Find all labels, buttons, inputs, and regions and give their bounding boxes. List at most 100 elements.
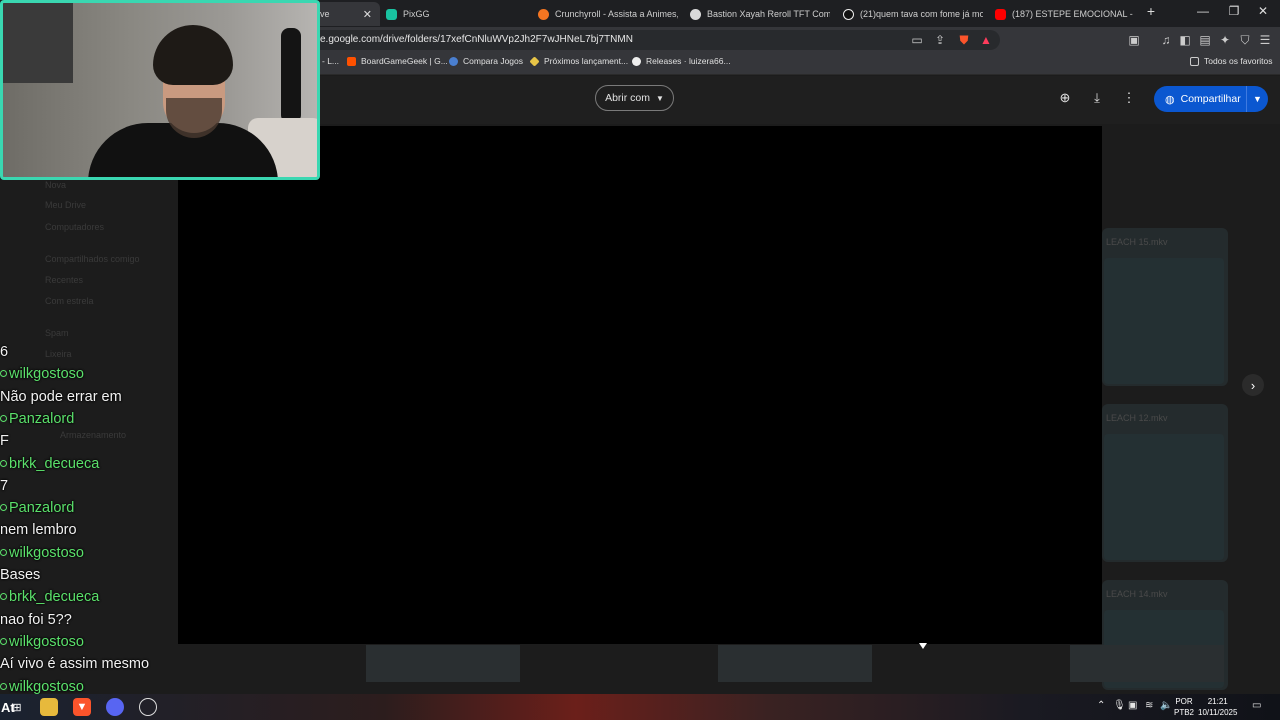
ghost-sidebar-item: Nova xyxy=(45,180,67,190)
message-text: Não pode errar em xyxy=(0,388,122,405)
message-text: 7 xyxy=(0,477,9,494)
tab-label: PixGG xyxy=(403,9,430,19)
webcam-coat-rack xyxy=(281,28,301,123)
ghost-file-name: LEACH 12.mkv xyxy=(1106,413,1168,423)
chat-badge-icon xyxy=(0,504,7,512)
message-text: nem lembro xyxy=(0,522,77,539)
video-player[interactable] xyxy=(178,126,1102,644)
folder-icon xyxy=(1190,56,1199,66)
username-text: Panzalord xyxy=(9,410,75,427)
chat-username: wilkgostoso xyxy=(0,366,84,382)
chat-username: brkk_decueca xyxy=(0,589,99,605)
notification-icon[interactable]: ▭ xyxy=(1252,700,1261,711)
username-text: wilkgostoso xyxy=(9,544,84,561)
open-with-label: Abrir com xyxy=(605,92,650,104)
chat-message: nao foi 5?? xyxy=(0,612,72,628)
open-with-button[interactable]: Abrir com ▼ xyxy=(595,85,674,111)
brave-rewards-icon[interactable]: ▲ xyxy=(977,33,995,47)
bookmark-proximos-lancamentos[interactable]: Próximos lançament... xyxy=(529,55,628,67)
keyboard-layout: PTB2 xyxy=(1174,708,1195,717)
windows-taskbar xyxy=(0,694,1280,720)
message-text: nao foi 5?? xyxy=(0,611,72,628)
vpn-icon[interactable]: ⛉ xyxy=(1236,33,1254,48)
next-file-button[interactable]: › xyxy=(1242,374,1264,396)
tab-label: Bastion Xayah Reroll TFT Comp G xyxy=(707,9,830,19)
microphone-icon[interactable]: 🎙 xyxy=(1113,700,1126,711)
brave-shield-icon[interactable]: ⛊ xyxy=(955,33,973,48)
chat-username: wilkgostoso xyxy=(0,634,84,650)
share-dropdown-icon[interactable]: ▼ xyxy=(1246,86,1268,112)
ghost-sidebar-item: Armazenamento xyxy=(60,430,127,440)
github-icon xyxy=(632,56,641,66)
system-clock[interactable]: 21:21 10/11/2025 xyxy=(1198,696,1237,718)
message-text: 6 xyxy=(0,344,9,360)
pixgg-icon xyxy=(386,8,397,20)
volume-icon[interactable]: 🔈 xyxy=(1160,700,1172,711)
username-text: wilkgostoso xyxy=(9,633,84,650)
clock-date: 10/11/2025 xyxy=(1198,708,1238,717)
tray-expand-icon[interactable]: ⌃ xyxy=(1097,700,1105,711)
cast-icon[interactable]: ▭ xyxy=(908,33,926,47)
wifi-icon[interactable]: ≋ xyxy=(1145,700,1153,711)
new-tab-button[interactable]: + xyxy=(1140,3,1162,19)
chat-message: F xyxy=(0,433,9,449)
all-bookmarks[interactable]: Todos os favoritos xyxy=(1190,56,1273,66)
tab-label: ve xyxy=(320,9,330,19)
wallet-icon[interactable]: ▤ xyxy=(1196,33,1214,47)
chat-badge-icon xyxy=(0,593,7,601)
tab-label: (187) ESTEPE EMOCIONAL - Harr xyxy=(1012,9,1135,19)
tab-tiktok[interactable]: (21)quem tava com fome já morr xyxy=(843,2,983,26)
menu-icon[interactable]: ☰ xyxy=(1256,33,1274,47)
bookmark-boardgamegeek[interactable]: BoardGameGeek | G... xyxy=(347,56,448,66)
language-code: POR xyxy=(1175,697,1193,706)
download-icon[interactable]: ⤓ xyxy=(1088,90,1106,106)
bookmark-label: - L... xyxy=(322,56,340,66)
add-shortcut-icon[interactable]: ⊕ xyxy=(1056,90,1074,106)
mouse-cursor-icon xyxy=(919,643,927,649)
discord-icon[interactable] xyxy=(106,698,124,716)
restore-icon[interactable]: ❐ xyxy=(1223,4,1245,18)
chat-message: Não pode errar em xyxy=(0,389,122,405)
compara-jogos-icon xyxy=(449,56,458,66)
ghost-file-name: LEACH 15.mkv xyxy=(1106,237,1168,247)
tray-app-icon[interactable]: ▣ xyxy=(1128,700,1137,711)
start-icon[interactable]: ⊞ xyxy=(8,698,26,716)
bookmark-item[interactable]: - L... xyxy=(322,56,339,66)
webcam-overlay xyxy=(0,0,320,180)
file-explorer-icon[interactable] xyxy=(40,698,58,716)
ghost-sidebar-item: Spam xyxy=(45,328,69,338)
close-icon[interactable]: ✕ xyxy=(363,8,372,21)
ghost-sidebar-item: Recentes xyxy=(45,275,84,285)
share-page-icon[interactable]: ⇪ xyxy=(931,33,949,47)
bookmark-releases[interactable]: Releases · luizera66... xyxy=(632,56,731,66)
tab-crunchyroll[interactable]: Crunchyroll - Assista a Animes, Jo xyxy=(538,2,678,26)
share-button[interactable]: ◍ Compartilhar ▼ xyxy=(1154,86,1268,112)
username-text: brkk_decueca xyxy=(9,589,100,606)
url-text[interactable]: e.google.com/drive/folders/17xefCnNluWVp… xyxy=(320,34,633,45)
obs-icon[interactable] xyxy=(139,698,157,716)
brave-browser-icon[interactable]: ▼ xyxy=(73,698,91,716)
tab-bastion-xayah[interactable]: Bastion Xayah Reroll TFT Comp G xyxy=(690,2,830,26)
chat-username: brkk_decueca xyxy=(0,456,99,472)
ghost-thumbnail xyxy=(718,645,872,682)
dropdown-arrow-icon: ▼ xyxy=(656,93,664,103)
chat-username: wilkgostoso xyxy=(0,545,84,561)
tab-label: (21)quem tava com fome já morr xyxy=(860,9,983,19)
username-text: brkk_decueca xyxy=(9,455,100,472)
tab-pixgg[interactable]: PixGG xyxy=(386,2,526,26)
leo-ai-icon[interactable]: ✦ xyxy=(1216,33,1234,47)
minimize-icon[interactable]: — xyxy=(1192,4,1214,18)
more-options-icon[interactable]: ⋮ xyxy=(1120,90,1138,106)
ghost-file-name: LEACH 14.mkv xyxy=(1106,589,1168,599)
language-indicator[interactable]: POR PTB2 xyxy=(1174,696,1194,718)
tab-search-icon[interactable]: ▣ xyxy=(1125,33,1143,47)
close-window-icon[interactable]: ✕ xyxy=(1252,4,1274,18)
clock-time: 21:21 xyxy=(1207,697,1228,706)
message-text: Bases xyxy=(0,567,41,583)
tab-youtube[interactable]: (187) ESTEPE EMOCIONAL - Harr xyxy=(995,2,1135,26)
media-icon[interactable]: ♫ xyxy=(1157,33,1175,47)
chat-badge-icon xyxy=(0,637,7,645)
sidebar-icon[interactable]: ◧ xyxy=(1176,33,1194,47)
bookmark-compara-jogos[interactable]: Compara Jogos xyxy=(449,56,523,66)
mobalytics-icon xyxy=(690,8,701,20)
